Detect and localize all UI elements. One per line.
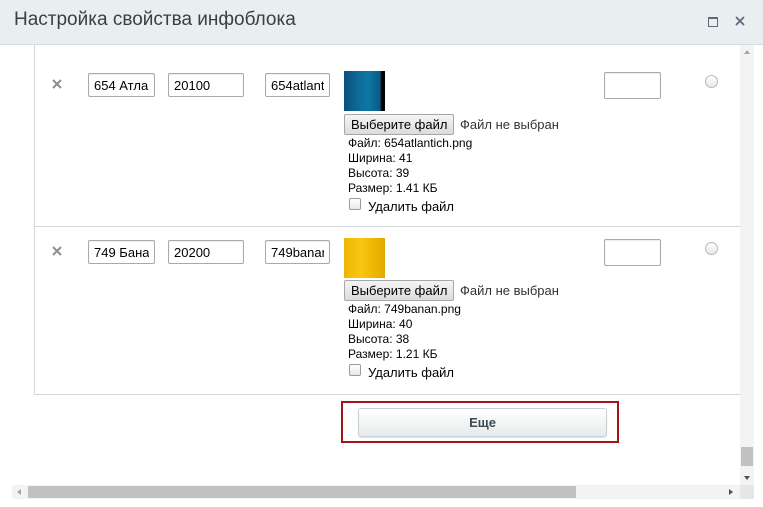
maximize-icon[interactable] bbox=[706, 14, 720, 28]
default-radio[interactable] bbox=[705, 242, 718, 255]
file-status-text: Файл не выбран bbox=[460, 283, 559, 298]
image-height-text: Высота: 38 bbox=[348, 332, 410, 346]
dialog-title: Настройка свойства инфоблока bbox=[14, 9, 296, 30]
more-button-highlight: Еще bbox=[341, 401, 619, 443]
vertical-scroll-thumb[interactable] bbox=[741, 447, 753, 466]
delete-file-label: Удалить файл bbox=[368, 365, 455, 380]
file-name-text: Файл: 654atlantich.png bbox=[348, 136, 473, 150]
horizontal-scroll-thumb[interactable] bbox=[28, 486, 576, 498]
delete-row-x-icon[interactable] bbox=[51, 244, 63, 256]
image-preview bbox=[344, 71, 385, 111]
table-row: Выберите файл Файл не выбран Файл: 749ba… bbox=[35, 227, 740, 393]
scroll-right-arrow-icon[interactable] bbox=[724, 485, 738, 499]
dialog-content: Выберите файл Файл не выбран Файл: 654at… bbox=[14, 45, 740, 485]
value-name-input[interactable] bbox=[88, 240, 155, 264]
values-table: Выберите файл Файл не выбран Файл: 654at… bbox=[34, 45, 740, 395]
file-name-text: Файл: 749banan.png bbox=[348, 302, 461, 316]
image-preview bbox=[344, 238, 385, 278]
file-status-text: Файл не выбран bbox=[460, 117, 559, 132]
delete-file-checkbox[interactable] bbox=[349, 198, 361, 210]
close-icon[interactable] bbox=[733, 14, 747, 28]
default-radio[interactable] bbox=[705, 75, 718, 88]
sort-input[interactable] bbox=[168, 73, 244, 97]
scroll-up-arrow-icon[interactable] bbox=[740, 45, 754, 59]
more-button[interactable]: Еще bbox=[358, 408, 607, 437]
xml-id-input[interactable] bbox=[265, 73, 330, 97]
file-size-text: Размер: 1.41 КБ bbox=[348, 181, 438, 195]
image-width-text: Ширина: 40 bbox=[348, 317, 413, 331]
scroll-down-arrow-icon[interactable] bbox=[740, 471, 754, 485]
delete-row-x-icon[interactable] bbox=[51, 77, 63, 89]
default-value-input[interactable] bbox=[604, 72, 661, 99]
table-row: Выберите файл Файл не выбран Файл: 654at… bbox=[35, 45, 740, 227]
delete-file-label: Удалить файл bbox=[368, 199, 455, 214]
vertical-scrollbar[interactable] bbox=[740, 45, 754, 485]
default-value-input[interactable] bbox=[604, 239, 661, 266]
dialog-titlebar: Настройка свойства инфоблока bbox=[0, 0, 763, 45]
horizontal-scrollbar[interactable] bbox=[12, 485, 740, 499]
choose-file-button[interactable]: Выберите файл bbox=[344, 114, 455, 135]
file-size-text: Размер: 1.21 КБ bbox=[348, 347, 438, 361]
sort-input[interactable] bbox=[168, 240, 244, 264]
delete-file-checkbox[interactable] bbox=[349, 364, 361, 376]
image-width-text: Ширина: 41 bbox=[348, 151, 413, 165]
value-name-input[interactable] bbox=[88, 73, 155, 97]
choose-file-button[interactable]: Выберите файл bbox=[344, 280, 455, 301]
image-height-text: Высота: 39 bbox=[348, 166, 410, 180]
scrollbar-corner bbox=[740, 485, 754, 499]
xml-id-input[interactable] bbox=[265, 240, 330, 264]
scroll-left-arrow-icon[interactable] bbox=[12, 485, 26, 499]
